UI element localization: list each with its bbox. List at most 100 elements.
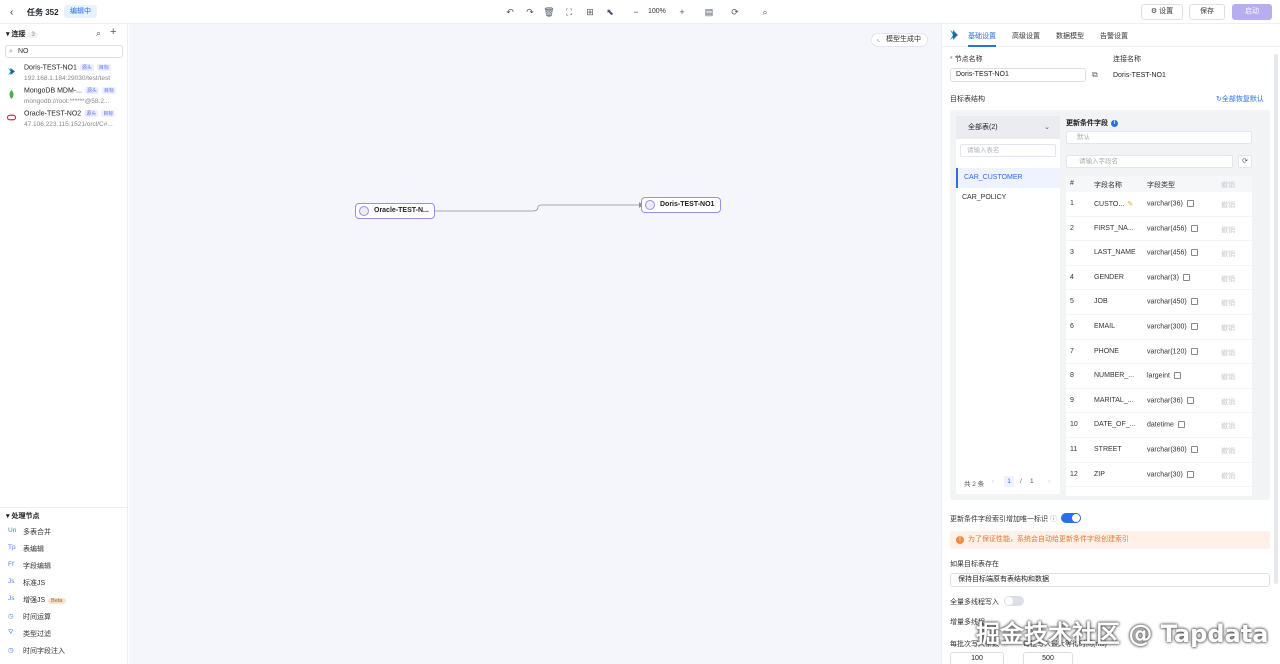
fields-table-header: # 字段名称 字段类型 撤销: [1066, 176, 1252, 192]
refresh-fields-button[interactable]: ⟳: [1238, 155, 1252, 168]
field-type[interactable]: varchar(120): [1147, 347, 1198, 355]
add-icon[interactable]: +: [110, 26, 116, 38]
search-icon[interactable]: ⌕: [96, 28, 101, 39]
table-item[interactable]: CAR_POLICY: [956, 188, 1060, 208]
fit-view-icon[interactable]: ⛶: [563, 6, 575, 18]
undo-link[interactable]: 撤销: [1221, 446, 1235, 456]
js-icon: Js: [8, 578, 15, 585]
active-tab-indicator: [968, 45, 996, 47]
copy-icon[interactable]: ⧉: [1092, 70, 1098, 80]
field-type[interactable]: varchar(30): [1147, 470, 1194, 478]
table-row: 1 CUSTO... ✎ varchar(36) 撤销: [1066, 192, 1252, 217]
back-arrow-icon[interactable]: ‹: [10, 7, 13, 18]
undo-link[interactable]: 撤销: [1221, 323, 1235, 333]
undo-link[interactable]: 撤销: [1221, 298, 1235, 308]
delete-icon[interactable]: 🗑: [543, 6, 555, 18]
process-node-item[interactable]: Ff 字段编辑: [0, 558, 128, 575]
edit-icon[interactable]: [1182, 273, 1190, 281]
process-nodes-header[interactable]: ▾ 处理节点: [6, 511, 39, 521]
table-item[interactable]: CAR_CUSTOMER: [956, 168, 1060, 188]
edit-icon[interactable]: [1177, 421, 1185, 429]
unique-index-switch[interactable]: [1061, 513, 1081, 523]
process-node-item[interactable]: Tp 表编辑: [0, 541, 128, 558]
dag-canvas[interactable]: ◟ 模型生成中 Oracle-TEST-N... Doris-TEST-NO1: [129, 24, 941, 664]
edit-icon[interactable]: [1190, 323, 1198, 330]
restore-all-link[interactable]: ↻全部恢复默认: [1216, 94, 1264, 104]
undo-icon[interactable]: ↶: [504, 6, 516, 18]
edit-icon[interactable]: [1190, 347, 1198, 355]
undo-link[interactable]: 撤销: [1221, 421, 1235, 431]
edit-icon[interactable]: [1190, 446, 1198, 453]
field-type[interactable]: varchar(36): [1147, 200, 1194, 207]
undo-link[interactable]: 撤销: [1221, 274, 1235, 284]
batch-size-input[interactable]: 100: [950, 652, 1004, 664]
undo-link[interactable]: 撤销: [1221, 200, 1235, 210]
table-search-input[interactable]: 请输入表名: [960, 144, 1056, 157]
process-node-item[interactable]: Js 标准JS: [0, 575, 128, 592]
undo-link[interactable]: 撤销: [1221, 225, 1235, 235]
settings-button[interactable]: ⚙ 设置: [1141, 4, 1183, 20]
tab-advanced[interactable]: 高级设置: [1012, 31, 1040, 41]
target-node[interactable]: Doris-TEST-NO1: [641, 197, 721, 213]
process-node-item[interactable]: ◷ 时间运算: [0, 609, 128, 626]
field-type[interactable]: varchar(450): [1147, 298, 1198, 306]
undo-link[interactable]: 撤销: [1221, 249, 1235, 259]
full-multi-thread-switch[interactable]: [1004, 596, 1024, 606]
select-mode-icon[interactable]: ⬉: [604, 6, 616, 18]
edit-icon[interactable]: [1186, 470, 1194, 478]
process-node-item[interactable]: Un 多表合并: [0, 524, 128, 541]
field-type[interactable]: datetime: [1147, 421, 1185, 429]
connections-header[interactable]: ▾ 连接 3: [6, 29, 38, 39]
clipboard-icon[interactable]: ▤: [703, 6, 715, 18]
redo-icon[interactable]: ↷: [524, 6, 536, 18]
node-name-input[interactable]: Doris-TEST-NO1: [950, 68, 1086, 82]
switch-knob: [1072, 514, 1080, 522]
field-type[interactable]: varchar(300): [1147, 323, 1198, 330]
undo-link[interactable]: 撤销: [1221, 348, 1235, 358]
tab-basic[interactable]: 基础设置: [968, 31, 996, 41]
auto-layout-icon[interactable]: ⊞: [584, 6, 596, 18]
undo-link[interactable]: 撤销: [1221, 397, 1235, 407]
tab-alert[interactable]: 告警设置: [1100, 31, 1128, 41]
save-button[interactable]: 保存: [1189, 4, 1225, 20]
edit-icon[interactable]: [1190, 224, 1198, 232]
edit-icon[interactable]: [1173, 372, 1181, 380]
field-type[interactable]: varchar(456): [1147, 249, 1198, 257]
tab-data-model[interactable]: 数据模型: [1056, 31, 1084, 41]
zoom-in-icon[interactable]: +: [676, 6, 688, 18]
connection-search-input[interactable]: ⌕ NO: [5, 45, 123, 58]
field-type[interactable]: largeint: [1147, 372, 1181, 380]
prev-page-icon[interactable]: ‹: [992, 478, 994, 485]
connection-item[interactable]: MongoDB MDM-... 源头 目标 mongodb://root:*****…: [0, 86, 128, 110]
process-node-item[interactable]: Js 增强JS Beta: [0, 592, 128, 609]
update-fields-select[interactable]: 默认: [1066, 131, 1252, 144]
refresh-icon[interactable]: ⟳: [729, 6, 741, 18]
field-type[interactable]: varchar(456): [1147, 224, 1198, 232]
current-page[interactable]: 1: [1004, 476, 1014, 487]
field-no: 9: [1070, 396, 1074, 404]
next-page-icon[interactable]: ›: [1048, 478, 1050, 485]
edit-icon[interactable]: [1190, 298, 1198, 306]
edit-icon[interactable]: [1190, 249, 1198, 257]
field-search-input[interactable]: 请输入字段名: [1066, 155, 1233, 168]
if-exists-select[interactable]: 保持目标端原有表结构和数据: [950, 573, 1270, 587]
zoom-out-icon[interactable]: −: [630, 6, 642, 18]
edit-icon[interactable]: [1186, 396, 1194, 404]
connection-item[interactable]: Doris-TEST-NO1 源头 目标 192.168.1.184:29030/t…: [0, 63, 128, 87]
panel-scrollbar[interactable]: [1274, 54, 1278, 584]
start-button[interactable]: 启动: [1232, 4, 1272, 20]
undo-link[interactable]: 撤销: [1221, 471, 1235, 481]
field-type[interactable]: varchar(36): [1147, 396, 1194, 404]
field-type[interactable]: varchar(360): [1147, 446, 1198, 453]
search-icon[interactable]: ⌕: [759, 6, 771, 18]
process-node-item[interactable]: ⛛ 类型过滤: [0, 626, 128, 643]
source-node[interactable]: Oracle-TEST-N...: [355, 203, 435, 219]
undo-link[interactable]: 撤销: [1221, 372, 1235, 382]
max-wait-input[interactable]: 500: [1023, 652, 1073, 664]
connection-item[interactable]: Oracle-TEST-NO2 源头 目标 47.106.223.115:1521/…: [0, 109, 128, 133]
edit-icon[interactable]: [1186, 200, 1194, 207]
process-node-item[interactable]: ◷ 时间字段注入: [0, 643, 128, 660]
all-tables-dropdown[interactable]: 全部表(2) ⌄: [956, 116, 1060, 139]
table-row: 5 JOB varchar(450) 撤销: [1066, 290, 1252, 315]
field-type[interactable]: varchar(3): [1147, 273, 1190, 281]
